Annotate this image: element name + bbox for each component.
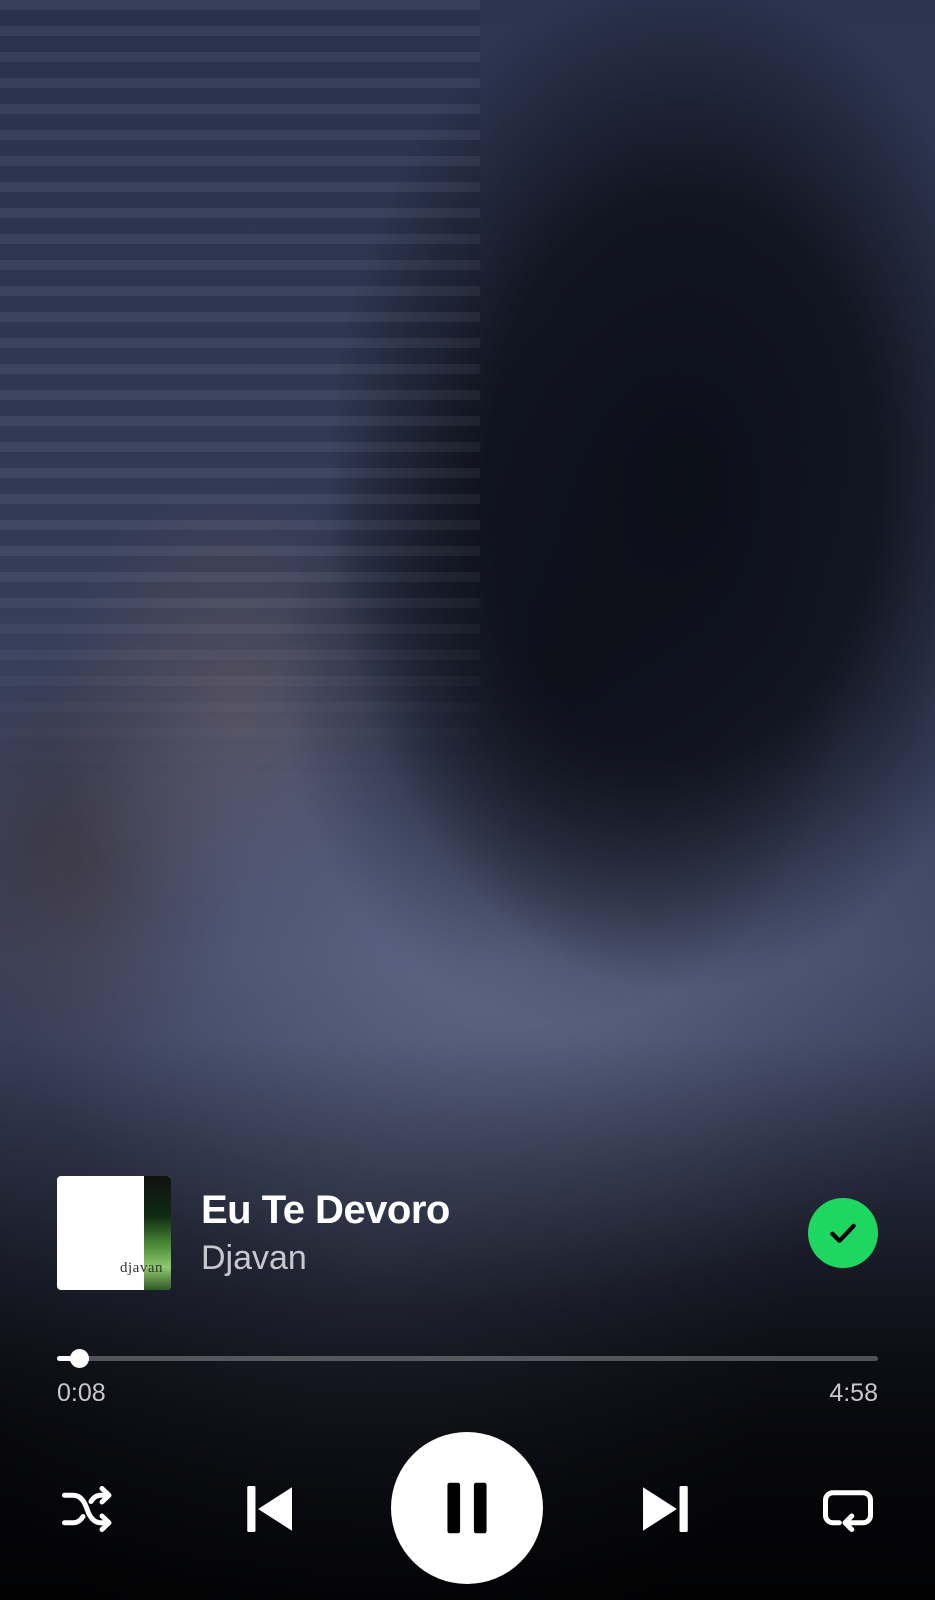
pause-icon xyxy=(447,1482,487,1534)
playback-controls xyxy=(0,1432,935,1586)
progress-track xyxy=(57,1356,878,1361)
track-artist[interactable]: Djavan xyxy=(201,1236,450,1280)
shuffle-button[interactable] xyxy=(52,1474,122,1544)
shuffle-icon xyxy=(62,1486,112,1532)
progress-bar[interactable] xyxy=(57,1344,878,1372)
album-cover-text: djavan xyxy=(120,1260,163,1276)
repeat-icon xyxy=(823,1490,873,1532)
progress-handle[interactable] xyxy=(70,1349,90,1368)
next-button[interactable] xyxy=(629,1472,703,1546)
track-info: djavan Eu Te Devoro Djavan xyxy=(57,1176,878,1290)
repeat-button[interactable] xyxy=(813,1474,883,1544)
time-readout: 0:08 4:58 xyxy=(57,1379,878,1408)
track-title[interactable]: Eu Te Devoro xyxy=(201,1186,450,1234)
pause-button[interactable] xyxy=(391,1432,543,1584)
check-icon xyxy=(830,1223,856,1243)
previous-button[interactable] xyxy=(232,1472,306,1546)
track-meta: Eu Te Devoro Djavan xyxy=(201,1186,450,1280)
skip-previous-icon xyxy=(247,1486,292,1532)
album-cover[interactable]: djavan xyxy=(57,1176,171,1290)
total-duration: 4:58 xyxy=(829,1379,878,1407)
background-blinds xyxy=(0,0,480,780)
skip-next-icon xyxy=(643,1486,688,1532)
elapsed-time: 0:08 xyxy=(57,1379,106,1407)
liked-button[interactable] xyxy=(808,1198,878,1268)
